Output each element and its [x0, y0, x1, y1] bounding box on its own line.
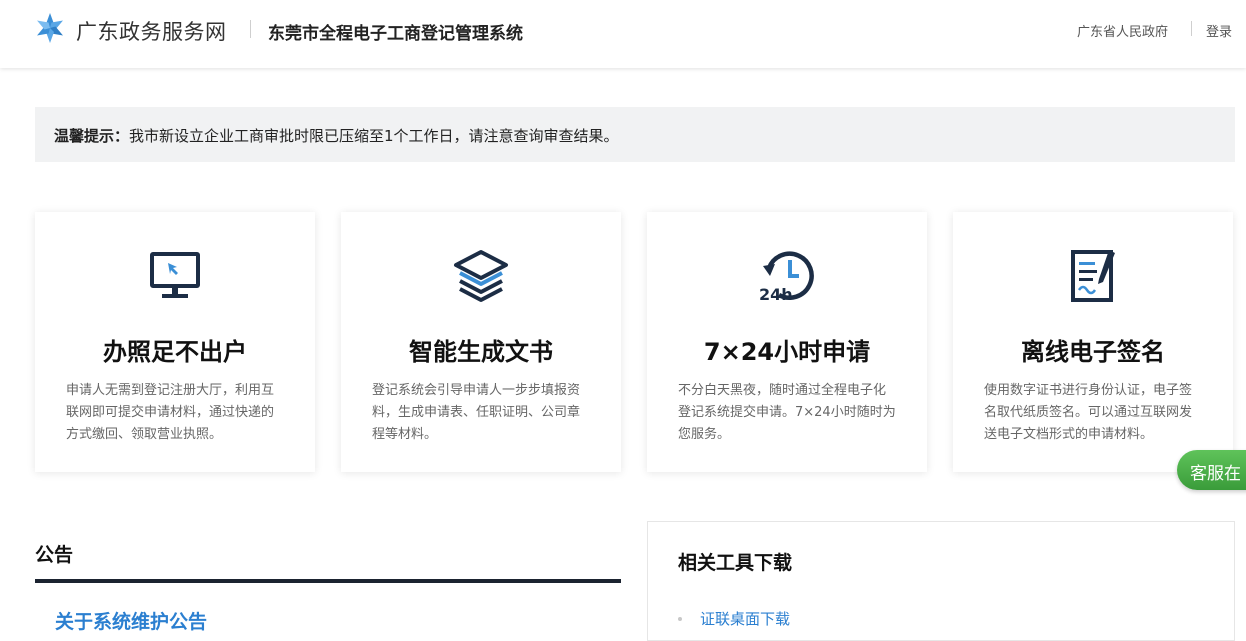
notice-text: 温馨提示：我市新设立企业工商审批时限已压缩至1个工作日，请注意查询审查结果。	[54, 125, 619, 146]
card-title: 办照足不出户	[103, 338, 247, 366]
header-divider	[250, 20, 251, 38]
link-divider	[1191, 21, 1192, 36]
card-desc: 不分白天黑夜，随时通过全程电子化登记系统提交申请。7×24小时随时为您服务。	[678, 383, 896, 442]
notice-bar: 温馨提示：我市新设立企业工商审批时限已压缩至1个工作日，请注意查询审查结果。	[35, 107, 1235, 162]
card-desc: 使用数字证书进行身份认证，电子签名取代纸质签名。可以通过互联网发送电子文档形式的…	[984, 383, 1193, 442]
card-title: 离线电子签名	[1021, 338, 1165, 366]
bulletin-item[interactable]: 关于系统维护公告	[55, 607, 207, 634]
card-title: 7×24小时申请	[703, 338, 871, 366]
customer-service-button[interactable]: 客服在	[1177, 450, 1246, 490]
card-desc: 登记系统会引导申请人一步步填报资料，生成申请表、任职证明、公司章程等材料。	[372, 383, 581, 442]
card-desc: 申请人无需到登记注册大厅，利用互联网即可提交申请材料，通过快递的方式缴回、领取营…	[66, 383, 275, 442]
tools-panel: 相关工具下载 证联桌面下载	[647, 521, 1235, 641]
tools-title: 相关工具下载	[678, 552, 793, 574]
notice-message: 我市新设立企业工商审批时限已压缩至1个工作日，请注意查询审查结果。	[129, 127, 619, 145]
gov-link[interactable]: 广东省人民政府	[1077, 21, 1168, 40]
feature-card-4[interactable]: 离线电子签名 使用数字证书进行身份认证，电子签名取代纸质签名。可以通过互联网发送…	[953, 212, 1233, 472]
clock-24h-icon: 24h	[759, 251, 814, 304]
svg-text:24h: 24h	[759, 285, 793, 304]
notice-label: 温馨提示：	[54, 127, 130, 145]
system-title: 东莞市全程电子工商登记管理系统	[268, 24, 523, 44]
feature-card-3[interactable]: 24h 7×24小时申请 不分白天黑夜，随时通过全程电子化登记系统提交申请。7×…	[647, 212, 927, 472]
bulletin-divider	[35, 579, 621, 583]
brand-link[interactable]: 广东政务服务网	[76, 16, 227, 46]
login-link[interactable]: 登录	[1206, 21, 1232, 40]
signed-document-icon	[1071, 250, 1115, 302]
monitor-cursor-icon	[150, 252, 200, 298]
layers-icon	[454, 250, 508, 302]
feature-card-2[interactable]: 智能生成文书 登记系统会引导申请人一步步填报资料，生成申请表、任职证明、公司章程…	[341, 212, 621, 472]
site-header: 广东政务服务网 东莞市全程电子工商登记管理系统 广东省人民政府 登录	[0, 0, 1246, 68]
feature-card-1[interactable]: 办照足不出户 申请人无需到登记注册大厅，利用互联网即可提交申请材料，通过快递的方…	[35, 212, 315, 472]
card-title: 智能生成文书	[409, 338, 553, 366]
bullet-dot-icon	[678, 617, 682, 621]
bulletin-title: 公告	[35, 544, 74, 566]
logo-icon[interactable]	[34, 12, 66, 44]
